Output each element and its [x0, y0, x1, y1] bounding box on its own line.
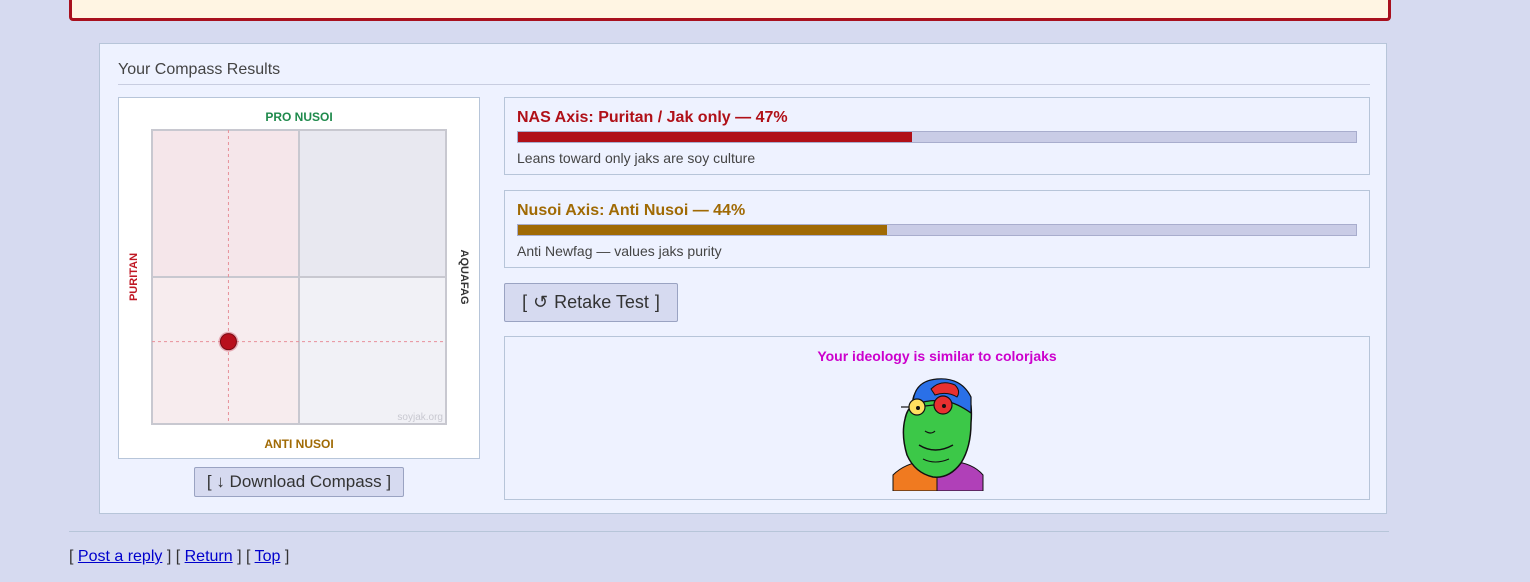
similar-ideology-card: Your ideology is similar to colorjaks — [504, 336, 1370, 500]
return-link[interactable]: Return — [185, 548, 233, 565]
label-puritan: PURITAN — [128, 253, 140, 301]
footer-divider — [69, 531, 1389, 532]
compass-watermark: soyjak.org — [397, 412, 443, 423]
retake-test-button[interactable]: [ ↺ Retake Test ] — [504, 283, 678, 322]
quadrant-top-left — [152, 130, 299, 277]
top-link[interactable]: Top — [255, 548, 281, 565]
nas-axis-bar-fill — [518, 132, 912, 142]
nusoi-axis-title: Nusoi Axis: Anti Nusoi — 44% — [517, 202, 746, 219]
bracket-open: [ — [522, 292, 528, 312]
quadrant-bottom-right — [299, 277, 446, 424]
retake-icon: ↺ — [533, 292, 549, 312]
nas-axis-description: Leans toward only jaks are soy culture — [517, 150, 756, 166]
footer-nav: [ Post a reply ] [ Return ] [ Top ] — [69, 548, 290, 565]
nusoi-axis-bar-fill — [518, 225, 887, 235]
panel-title: Your Compass Results — [118, 61, 281, 78]
nusoi-axis-card: Nusoi Axis: Anti Nusoi — 44% Anti Newfag… — [504, 190, 1370, 268]
similar-ideology-title: Your ideology is similar to colorjaks — [817, 348, 1057, 364]
post-reply-link[interactable]: Post a reply — [78, 548, 162, 565]
nas-axis-bar — [517, 131, 1357, 143]
label-aquafag: AQUAFAG — [458, 250, 470, 305]
political-compass: PRO NUSOI ANTI NUSOI PURITAN AQUAFAG soy… — [118, 97, 480, 459]
result-marker — [219, 333, 237, 351]
notice-banner — [69, 0, 1391, 21]
nusoi-axis-bar — [517, 224, 1357, 236]
nas-axis-title: NAS Axis: Puritan / Jak only — 47% — [517, 109, 788, 126]
download-compass-button[interactable]: [ ↓ Download Compass ] — [194, 467, 404, 497]
nas-axis-card: NAS Axis: Puritan / Jak only — 47% Leans… — [504, 97, 1370, 175]
compass-results-panel: Your Compass Results PRO NUSOI ANTI NUSO… — [99, 43, 1387, 514]
compass-chart: PRO NUSOI ANTI NUSOI PURITAN AQUAFAG soy… — [128, 110, 470, 451]
retake-label: Retake Test — [554, 292, 649, 312]
panel-divider — [118, 84, 1370, 85]
nusoi-axis-description: Anti Newfag — values jaks purity — [517, 243, 722, 259]
bracket-close: ] — [654, 292, 660, 312]
label-anti-nusoi: ANTI NUSOI — [264, 437, 333, 451]
label-pro-nusoi: PRO NUSOI — [265, 110, 332, 124]
quadrant-top-right — [299, 130, 446, 277]
colorjak-face-icon — [892, 378, 984, 491]
